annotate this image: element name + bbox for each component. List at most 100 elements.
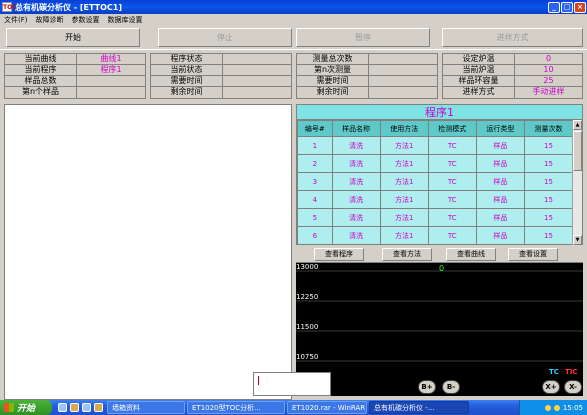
program-scrollbar[interactable]: ▲ ▼ <box>572 120 582 245</box>
table-cell: 15 <box>523 226 574 245</box>
status-value <box>369 65 437 75</box>
table-row[interactable]: 5 清洗 方法1 TC 样品 15 <box>297 208 574 227</box>
view-program-button[interactable]: 查看程序 <box>314 248 364 261</box>
status-label: 设定炉温 <box>443 54 515 64</box>
text-cursor <box>258 376 259 385</box>
view-buttons: 查看程序 查看方法 查看曲线 查看设置 <box>296 248 583 262</box>
window-title: 总有机碳分析仪 - [ETTOC1] <box>15 2 123 12</box>
status-group-curve: 当前曲线 曲线1 当前程序 程序1 样品总数 第n个样品 <box>4 53 146 99</box>
menu-parameters[interactable]: 参数设置 <box>68 15 104 25</box>
clock: 15:05 <box>562 403 583 412</box>
scroll-down-icon[interactable]: ▼ <box>573 235 582 245</box>
status-label: 剩余时间 <box>151 87 223 98</box>
input-popup[interactable] <box>253 372 331 396</box>
status-label: 测量总次数 <box>297 54 369 64</box>
taskbar-item[interactable]: ET1020.rar - WinRAR <box>287 401 367 414</box>
legend-tic: TIC <box>565 368 578 376</box>
media-icon[interactable] <box>94 403 103 412</box>
view-settings-button[interactable]: 查看设置 <box>508 248 558 261</box>
tick-label: 13000 <box>296 263 318 271</box>
maximize-button[interactable]: □ <box>561 1 573 13</box>
app-icon: TOC <box>2 2 17 12</box>
status-label: 当前炉温 <box>443 65 515 75</box>
view-curve-button[interactable]: 查看曲线 <box>446 248 496 261</box>
table-cell: 样品 <box>475 154 525 173</box>
table-cell: 清洗 <box>331 136 381 155</box>
table-row[interactable]: 6 清洗 方法1 TC 样品 15 <box>297 226 574 245</box>
table-cell: 清洗 <box>331 190 381 209</box>
taskbar-item[interactable]: ET1020型TOC分析... <box>187 401 285 414</box>
folder-icon[interactable] <box>70 403 79 412</box>
taskbar-item-active[interactable]: 总有机碳分析仪 -... <box>369 401 469 414</box>
menu-file[interactable]: 文件(F) <box>0 15 32 25</box>
scroll-thumb[interactable] <box>573 131 582 171</box>
status-label: 进样方式 <box>443 87 515 98</box>
b-minus-button[interactable]: B- <box>442 380 460 394</box>
system-tray: 15:05 <box>519 400 587 415</box>
status-label: 剩余时间 <box>297 87 369 98</box>
table-cell: TC <box>427 226 477 245</box>
b-plus-button[interactable]: B+ <box>418 380 436 394</box>
taskbar-item[interactable]: 墙箱资料 <box>107 401 185 414</box>
table-cell: 15 <box>523 190 574 209</box>
status-group-program: 程序状态 当前状态 需要时间 剩余时间 <box>150 53 292 99</box>
signal-chart: 13000 12250 11500 10750 0 TC TIC <box>296 262 583 396</box>
ie-icon[interactable] <box>58 403 67 412</box>
status-label: 需要时间 <box>151 76 223 86</box>
desktop-icon[interactable] <box>82 403 91 412</box>
sample-mode-button[interactable]: 进样方式 <box>442 28 583 47</box>
status-label: 样品环容量 <box>443 76 515 86</box>
table-cell: 4 <box>297 190 333 209</box>
menu-database[interactable]: 数据库设置 <box>104 15 147 25</box>
tick-label: 11500 <box>296 323 318 331</box>
table-cell: 15 <box>523 136 574 155</box>
menu-bar: 文件(F) 故障诊断 参数设置 数据库设置 <box>0 14 587 25</box>
program-panel: 程序1 编号# 样品名称 使用方法 检测模式 运行类型 测量次数 1 清洗 方法1 TC 样品 15… <box>296 104 583 245</box>
table-row[interactable]: 3 清洗 方法1 TC 样品 15 <box>297 172 574 191</box>
view-method-button[interactable]: 查看方法 <box>382 248 432 261</box>
table-cell: 方法1 <box>379 172 429 191</box>
table-cell: 样品 <box>475 172 525 191</box>
legend-tc: TC <box>549 368 559 376</box>
status-value <box>77 76 145 86</box>
scroll-up-icon[interactable]: ▲ <box>573 120 582 130</box>
table-cell: 样品 <box>475 190 525 209</box>
program-table: 编号# 样品名称 使用方法 检测模式 运行类型 测量次数 1 清洗 方法1 TC 样品 15 2 清洗方… <box>297 120 574 245</box>
tray-icon[interactable] <box>553 404 560 411</box>
table-cell: 6 <box>297 226 333 245</box>
status-label: 样品总数 <box>5 76 77 86</box>
table-cell: 方法1 <box>379 154 429 173</box>
start-menu-button[interactable]: 开始 <box>0 400 52 415</box>
minimize-button[interactable]: _ <box>548 1 560 13</box>
table-cell: 15 <box>523 172 574 191</box>
table-cell: TC <box>427 154 477 173</box>
menu-diagnostics[interactable]: 故障诊断 <box>32 15 68 25</box>
status-value <box>223 65 291 75</box>
table-cell: 样品 <box>475 208 525 227</box>
column-header: 样品名称 <box>331 120 381 137</box>
close-button[interactable]: × <box>574 1 586 13</box>
stop-button[interactable]: 停止 <box>158 28 292 47</box>
pause-button[interactable]: 暂停 <box>296 28 430 47</box>
status-label: 第n次测量 <box>297 65 369 75</box>
table-cell: TC <box>427 208 477 227</box>
x-plus-button[interactable]: X+ <box>542 380 560 394</box>
table-row[interactable]: 1 清洗 方法1 TC 样品 15 <box>297 136 574 155</box>
table-cell: 15 <box>523 154 574 173</box>
windows-flag-icon <box>4 403 14 412</box>
status-value <box>369 87 437 98</box>
tick-label: 12250 <box>296 293 318 301</box>
table-row[interactable]: 2 清洗 方法1 TC 样品 15 <box>297 154 574 173</box>
column-header: 测量次数 <box>523 120 574 137</box>
start-button[interactable]: 开始 <box>6 28 140 47</box>
table-row[interactable]: 4 清洗 方法1 TC 样品 15 <box>297 190 574 209</box>
x-minus-button[interactable]: X- <box>564 380 582 394</box>
table-cell: TC <box>427 190 477 209</box>
table-cell: 清洗 <box>331 226 381 245</box>
table-body: 1 清洗 方法1 TC 样品 15 2 清洗 方法1 TC 样品 15 3 清洗 方法1 TC 样品 15 4 清洗方… <box>297 136 574 245</box>
tray-icon[interactable] <box>544 404 551 411</box>
table-cell: 15 <box>523 208 574 227</box>
table-cell: 5 <box>297 208 333 227</box>
status-value: 程序1 <box>100 65 122 74</box>
status-label: 当前程序 <box>5 65 77 75</box>
